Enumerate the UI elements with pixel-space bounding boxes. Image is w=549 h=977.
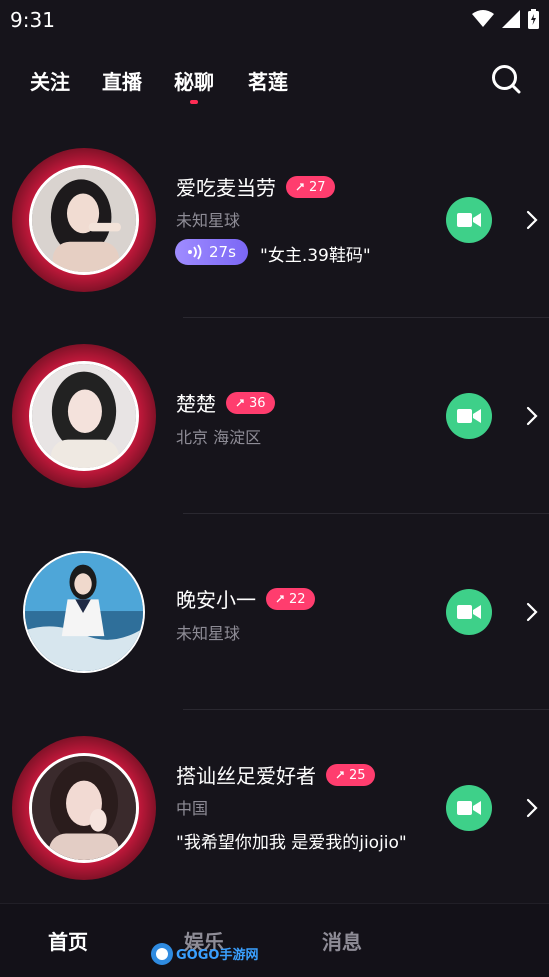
tab-follow[interactable]: 关注 — [30, 66, 70, 95]
level-badge: 22 — [266, 588, 315, 610]
chevron-right-icon[interactable] — [524, 798, 540, 818]
user-name: 爱吃麦当劳 — [176, 176, 276, 200]
avatar-with-ring[interactable] — [12, 344, 156, 488]
user-card[interactable]: 爱吃麦当劳 27 未知星球 27s "女主.39鞋码" — [0, 100, 549, 318]
avatar-wrapper[interactable] — [12, 540, 156, 684]
link-icon — [296, 183, 304, 191]
avatar-with-ring[interactable] — [12, 736, 156, 880]
avatar[interactable] — [29, 165, 139, 275]
video-call-button[interactable] — [446, 785, 492, 831]
search-icon[interactable] — [491, 64, 521, 94]
avatar[interactable] — [29, 753, 139, 863]
status-icons — [472, 9, 539, 29]
level-badge: 27 — [286, 176, 335, 198]
user-intro: "我希望你加我 是爱我的jiojio" — [176, 833, 407, 853]
avatar[interactable] — [29, 361, 139, 471]
user-card[interactable]: 晚安小一 22 未知星球 — [0, 492, 549, 710]
user-name: 搭讪丝足爱好者 — [176, 764, 316, 788]
user-name: 晚安小一 — [176, 588, 256, 612]
tab-live[interactable]: 直播 — [102, 66, 142, 95]
level-badge-value: 36 — [249, 395, 266, 411]
chevron-right-icon[interactable] — [524, 210, 540, 230]
tab-secret-chat[interactable]: 秘聊 — [174, 66, 214, 104]
user-name-row: 搭讪丝足爱好者 25 — [176, 760, 375, 789]
avatar[interactable] — [23, 551, 145, 673]
user-name-row: 楚楚 36 — [176, 388, 275, 417]
voice-intro-button[interactable]: 27s — [175, 239, 248, 265]
bottom-tab-home[interactable]: 首页 — [48, 926, 88, 955]
tab-minglian[interactable]: 茗莲 — [248, 66, 288, 95]
level-badge-value: 25 — [349, 767, 366, 783]
video-camera-icon — [457, 213, 481, 227]
level-badge: 36 — [226, 392, 275, 414]
user-name-row: 爱吃麦当劳 27 — [176, 172, 335, 201]
status-time: 9:31 — [10, 8, 55, 32]
battery-icon — [528, 9, 539, 29]
user-card[interactable]: 搭讪丝足爱好者 25 中国 "我希望你加我 是爱我的jiojio" — [0, 688, 549, 884]
bottom-tab-messages[interactable]: 消息 — [322, 926, 362, 955]
voice-duration: 27s — [209, 243, 236, 261]
watermark-text: GOGO手游网 — [176, 947, 258, 963]
sound-wave-icon — [188, 244, 202, 260]
user-location: 未知星球 — [176, 211, 241, 230]
link-icon — [276, 595, 284, 603]
chevron-right-icon[interactable] — [524, 602, 540, 622]
video-camera-icon — [457, 605, 481, 619]
user-location: 北京 海淀区 — [176, 428, 262, 447]
user-location: 中国 — [176, 799, 209, 818]
user-intro: "女主.39鞋码" — [260, 246, 371, 266]
level-badge-value: 22 — [289, 591, 306, 607]
chevron-right-icon[interactable] — [524, 406, 540, 426]
video-call-button[interactable] — [446, 589, 492, 635]
top-nav: 关注 直播 秘聊 茗莲 — [0, 56, 549, 106]
bottom-nav: 首页 娱乐 消息 — [0, 903, 549, 977]
link-icon — [236, 399, 244, 407]
avatar-with-ring[interactable] — [12, 148, 156, 292]
level-badge-value: 27 — [309, 179, 326, 195]
video-camera-icon — [457, 409, 481, 423]
wifi-icon — [472, 10, 494, 27]
status-bar: 9:31 — [0, 0, 549, 40]
user-name: 楚楚 — [176, 392, 216, 416]
link-icon — [336, 771, 344, 779]
signal-icon — [502, 10, 520, 28]
video-call-button[interactable] — [446, 393, 492, 439]
user-location: 未知星球 — [176, 624, 241, 643]
level-badge: 25 — [326, 764, 375, 786]
video-camera-icon — [457, 801, 481, 815]
user-card[interactable]: 楚楚 36 北京 海淀区 — [0, 296, 549, 514]
user-name-row: 晚安小一 22 — [176, 584, 315, 613]
video-call-button[interactable] — [446, 197, 492, 243]
watermark-logo: GOGO手游网 — [151, 943, 258, 965]
